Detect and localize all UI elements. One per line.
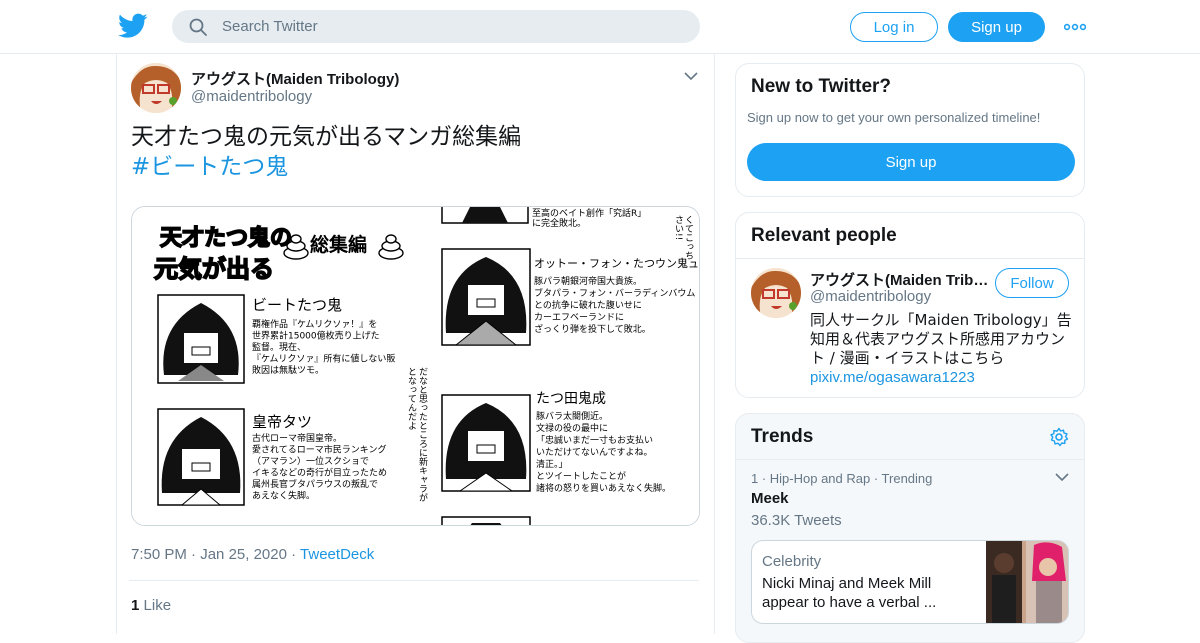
avatar[interactable] bbox=[131, 63, 181, 113]
trend-tweet-count: 36.3K Tweets bbox=[751, 512, 842, 529]
character-desc-line: （アマラン）一位スクショで bbox=[252, 455, 369, 467]
character-desc-line: とツイートしたことが bbox=[536, 470, 626, 482]
avatar-illustration-icon bbox=[751, 268, 801, 318]
character-desc-line: 監督。現在、 bbox=[252, 341, 306, 353]
new-to-twitter-card: New to Twitter? Sign up now to get your … bbox=[735, 63, 1085, 197]
chevron-down-icon[interactable] bbox=[683, 70, 699, 82]
card-heading: Trends bbox=[751, 426, 814, 447]
tweet-text: 天才たつ鬼の元気が出るマンガ総集編 #ビートたつ鬼 bbox=[131, 122, 521, 182]
divider bbox=[736, 459, 1084, 460]
avatar[interactable] bbox=[751, 268, 801, 318]
hashtag-link[interactable]: #ビートたつ鬼 bbox=[131, 152, 521, 182]
tweet-body: 天才たつ鬼の元気が出るマンガ総集編 bbox=[131, 124, 522, 150]
meta-separator: · bbox=[291, 546, 301, 563]
search-placeholder: Search Twitter bbox=[222, 18, 318, 35]
character-name: たつ田鬼成 bbox=[536, 391, 606, 407]
card-subtext: Sign up now to get your own personalized… bbox=[747, 110, 1041, 125]
divider bbox=[129, 580, 699, 581]
character-desc-line: ブタパラ・フォン・バーラディンバウム（総護衛） bbox=[534, 287, 700, 299]
manga-title-2: 元気が出る bbox=[154, 255, 274, 283]
more-options-icon[interactable] bbox=[1064, 20, 1086, 34]
manga-page-image: 天才たつ鬼の 元気が出る 総集編 ビートたつ鬼 覇権作品『ケムリクソァ！』を世界… bbox=[132, 207, 700, 525]
character-desc-line: 清正。」 bbox=[536, 458, 568, 470]
search-icon bbox=[189, 18, 207, 36]
follow-button[interactable]: Follow bbox=[995, 268, 1069, 298]
tweet-source-link[interactable]: TweetDeck bbox=[300, 546, 374, 563]
like-count: 1 bbox=[131, 597, 140, 614]
user-handle[interactable]: @maidentribology bbox=[191, 88, 312, 105]
character-panel bbox=[441, 516, 531, 525]
like-label: Like bbox=[143, 597, 172, 614]
svg-text:となってんだよ: となってんだよ bbox=[406, 367, 417, 430]
tweet-time[interactable]: 7:50 PM bbox=[131, 546, 187, 563]
news-thumbnail-image bbox=[986, 541, 1068, 623]
character-desc-line: 文禄の役の最中に bbox=[536, 422, 608, 434]
divider bbox=[736, 258, 1084, 259]
character-desc-line: 「忠誠いまだ一寸もお支払い bbox=[536, 434, 653, 446]
character-panel bbox=[441, 207, 529, 224]
character-desc-line: あえなく失脚。 bbox=[252, 490, 315, 502]
character-desc-line: 敗因は無駄ツモ。 bbox=[252, 364, 324, 376]
news-title: Nicki Minaj and Meek Mill appear to have… bbox=[762, 575, 937, 611]
like-stats[interactable]: 1 Like bbox=[131, 597, 171, 614]
character-desc-line: 諸将の怒りを買いあえなく失脚。 bbox=[536, 482, 671, 494]
character-desc-line: 覇権作品『ケムリクソァ！』を bbox=[252, 318, 377, 330]
character-desc-line: 豚バラ太閤側近。 bbox=[536, 410, 608, 422]
signup-large-button[interactable]: Sign up bbox=[747, 143, 1075, 181]
person-handle[interactable]: @maidentribology bbox=[810, 288, 931, 305]
signup-button[interactable]: Sign up bbox=[948, 12, 1045, 42]
character-desc-line: ざっくり弾を投下して敗北。 bbox=[534, 323, 651, 335]
trend-news-card[interactable]: Celebrity Nicki Minaj and Meek Mill appe… bbox=[751, 540, 1069, 624]
tweet-meta: 7:50 PM · Jan 25, 2020 · TweetDeck bbox=[131, 546, 374, 563]
trend-name[interactable]: Meek bbox=[751, 490, 789, 507]
tweet-date[interactable]: Jan 25, 2020 bbox=[200, 546, 287, 563]
character-panel bbox=[157, 294, 245, 384]
character-name: 皇帝タツ bbox=[252, 413, 312, 431]
card-heading: New to Twitter? bbox=[751, 76, 892, 97]
login-button[interactable]: Log in bbox=[850, 12, 938, 42]
trends-card: Trends 1 · Hip-Hop and Rap · Trending Me… bbox=[735, 413, 1085, 643]
character-desc-line: 世界累計15000億枚売り上げた bbox=[252, 330, 380, 342]
person-name[interactable]: アウグスト(Maiden Trib… bbox=[810, 269, 990, 290]
avatar-illustration-icon bbox=[131, 63, 181, 113]
card-heading: Relevant people bbox=[751, 225, 897, 246]
top-snippet: 至高のベイト創作「究話R」 bbox=[532, 207, 646, 219]
tweet-detail: アウグスト(Maiden Tribology) @maidentribology… bbox=[116, 54, 715, 634]
search-input[interactable]: Search Twitter bbox=[172, 10, 700, 43]
gear-icon[interactable] bbox=[1049, 427, 1069, 447]
character-name: ビートたつ鬼 bbox=[252, 296, 342, 314]
tweet-image[interactable]: 天才たつ鬼の 元気が出る 総集編 ビートたつ鬼 覇権作品『ケムリクソァ！』を 世… bbox=[131, 206, 700, 526]
meta-separator: · bbox=[191, 546, 201, 563]
svg-text:くてこっち: くてこっち bbox=[683, 215, 694, 260]
character-desc-line: 愛されてるローマ市民ランキング bbox=[252, 444, 386, 456]
character-name: オットー・フォン・たつウン鬼ュバイク bbox=[534, 256, 700, 270]
person-bio: 同人サークル「Maiden Tribology」告知用＆代表アウグスト所感用アカ… bbox=[810, 311, 1072, 367]
news-category: Celebrity bbox=[762, 553, 822, 570]
character-desc-line: 『ケムリクソァ』所有に値しない販 bbox=[252, 353, 395, 365]
top-snippet-2: に完全敗北。 bbox=[532, 217, 586, 229]
relevant-people-card: Relevant people アウグスト(Maiden Trib… @maid… bbox=[735, 212, 1085, 398]
trend-context: 1 · Hip-Hop and Rap · Trending bbox=[751, 471, 933, 486]
character-panel bbox=[441, 248, 531, 346]
svg-text:だなと思ったところに新キャラが: だなと思ったところに新キャラが bbox=[417, 367, 428, 502]
character-desc-line: 豚パラ朝銀河帝国大貴族。 bbox=[534, 275, 642, 287]
character-desc-line: との抗争に破れた腹いせに bbox=[534, 299, 642, 311]
manga-title-suffix: 総集編 bbox=[310, 233, 367, 256]
person-link[interactable]: pixiv.me/ogasawara1223 bbox=[810, 369, 975, 386]
character-panel bbox=[441, 394, 531, 492]
character-panel bbox=[157, 408, 245, 506]
chevron-down-icon[interactable] bbox=[1055, 472, 1069, 482]
character-desc-line: 古代ローマ帝国皇帝。 bbox=[252, 432, 342, 444]
top-bar: Search Twitter Log in Sign up bbox=[0, 0, 1200, 54]
twitter-logo-icon[interactable] bbox=[118, 12, 148, 40]
character-desc-line: カーエフベーランドに bbox=[534, 312, 624, 323]
character-desc-line: イキるなどの奇行が目立ったため bbox=[252, 467, 387, 479]
manga-title: 天才たつ鬼の bbox=[160, 225, 292, 251]
character-desc-line: 属州長官ブタパラウスの叛乱で bbox=[252, 478, 378, 490]
svg-text:さい!!: さい!! bbox=[673, 215, 683, 240]
user-name[interactable]: アウグスト(Maiden Tribology) bbox=[191, 68, 399, 89]
character-desc-line: いただけてないんですよね。 bbox=[536, 447, 653, 458]
